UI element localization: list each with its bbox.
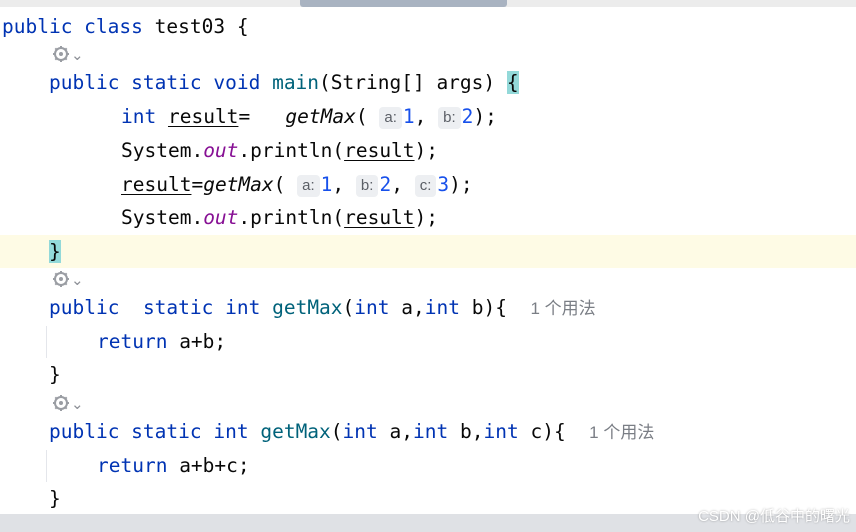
param-hint-c: c: bbox=[414, 175, 437, 197]
method-name-main: main bbox=[272, 71, 320, 94]
param-hint-b: b: bbox=[355, 175, 379, 197]
code-line-main-close: } bbox=[0, 235, 856, 268]
method-name-getmax: getMax bbox=[272, 296, 343, 319]
usages-hint[interactable]: 1 个用法 bbox=[530, 299, 595, 318]
class-name: test03 bbox=[154, 15, 226, 38]
chevron-down-icon[interactable]: ⌄ bbox=[71, 271, 84, 289]
main-modifiers: public static void bbox=[49, 71, 261, 94]
code-line-getmax-2: public static int getMax(int a,int b){ 1… bbox=[49, 296, 596, 319]
matching-brace: } bbox=[49, 240, 61, 263]
code-editor[interactable]: public class test03 { ⌄ public static vo… bbox=[0, 0, 856, 532]
param-hint-b: b: bbox=[438, 107, 461, 129]
code-line-println-1: System.out.println(result); bbox=[121, 139, 439, 162]
field-out: out bbox=[203, 139, 239, 162]
chevron-down-icon[interactable]: ⌄ bbox=[71, 46, 84, 64]
field-out: out bbox=[203, 206, 239, 229]
watermark: CSDN @低谷中的曙光 bbox=[698, 508, 850, 525]
matching-brace: { bbox=[506, 71, 519, 94]
code-line-getmax-3: public static int getMax(int a,int b,int… bbox=[49, 420, 655, 443]
chevron-down-icon[interactable]: ⌄ bbox=[71, 395, 84, 413]
code-line-return-2: return a+b; bbox=[97, 330, 227, 353]
code-line-println-2: System.out.println(result); bbox=[121, 206, 439, 229]
run-gear-icon[interactable] bbox=[51, 269, 71, 289]
run-gear-icon[interactable] bbox=[51, 393, 71, 413]
class-keyword: public class bbox=[2, 15, 143, 38]
code-line-result-three: result=getMax( a: 1, b: 2, c: 3); bbox=[121, 173, 473, 197]
run-gutter-marker[interactable]: ⌄ bbox=[51, 267, 84, 293]
run-gutter-marker[interactable]: ⌄ bbox=[51, 391, 84, 417]
call-getmax: getMax bbox=[285, 105, 356, 128]
run-gutter-marker[interactable]: ⌄ bbox=[51, 42, 84, 68]
code-line-main: public static void main(String[] args) { bbox=[49, 71, 519, 94]
code-line-int-result: int result= getMax( a: 1, b: 2); bbox=[121, 105, 497, 129]
code-line-return-3: return a+b+c; bbox=[97, 454, 250, 477]
param-hint-a: a: bbox=[379, 107, 402, 129]
param-hint-a: a: bbox=[297, 175, 320, 197]
code-line-getmax-2-close: } bbox=[49, 363, 61, 386]
method-name-getmax: getMax bbox=[260, 420, 331, 443]
usages-hint[interactable]: 1 个用法 bbox=[589, 423, 654, 442]
run-gear-icon[interactable] bbox=[51, 44, 71, 64]
code-line-class: public class test03 { bbox=[2, 15, 249, 38]
variable-result: result bbox=[167, 105, 239, 128]
